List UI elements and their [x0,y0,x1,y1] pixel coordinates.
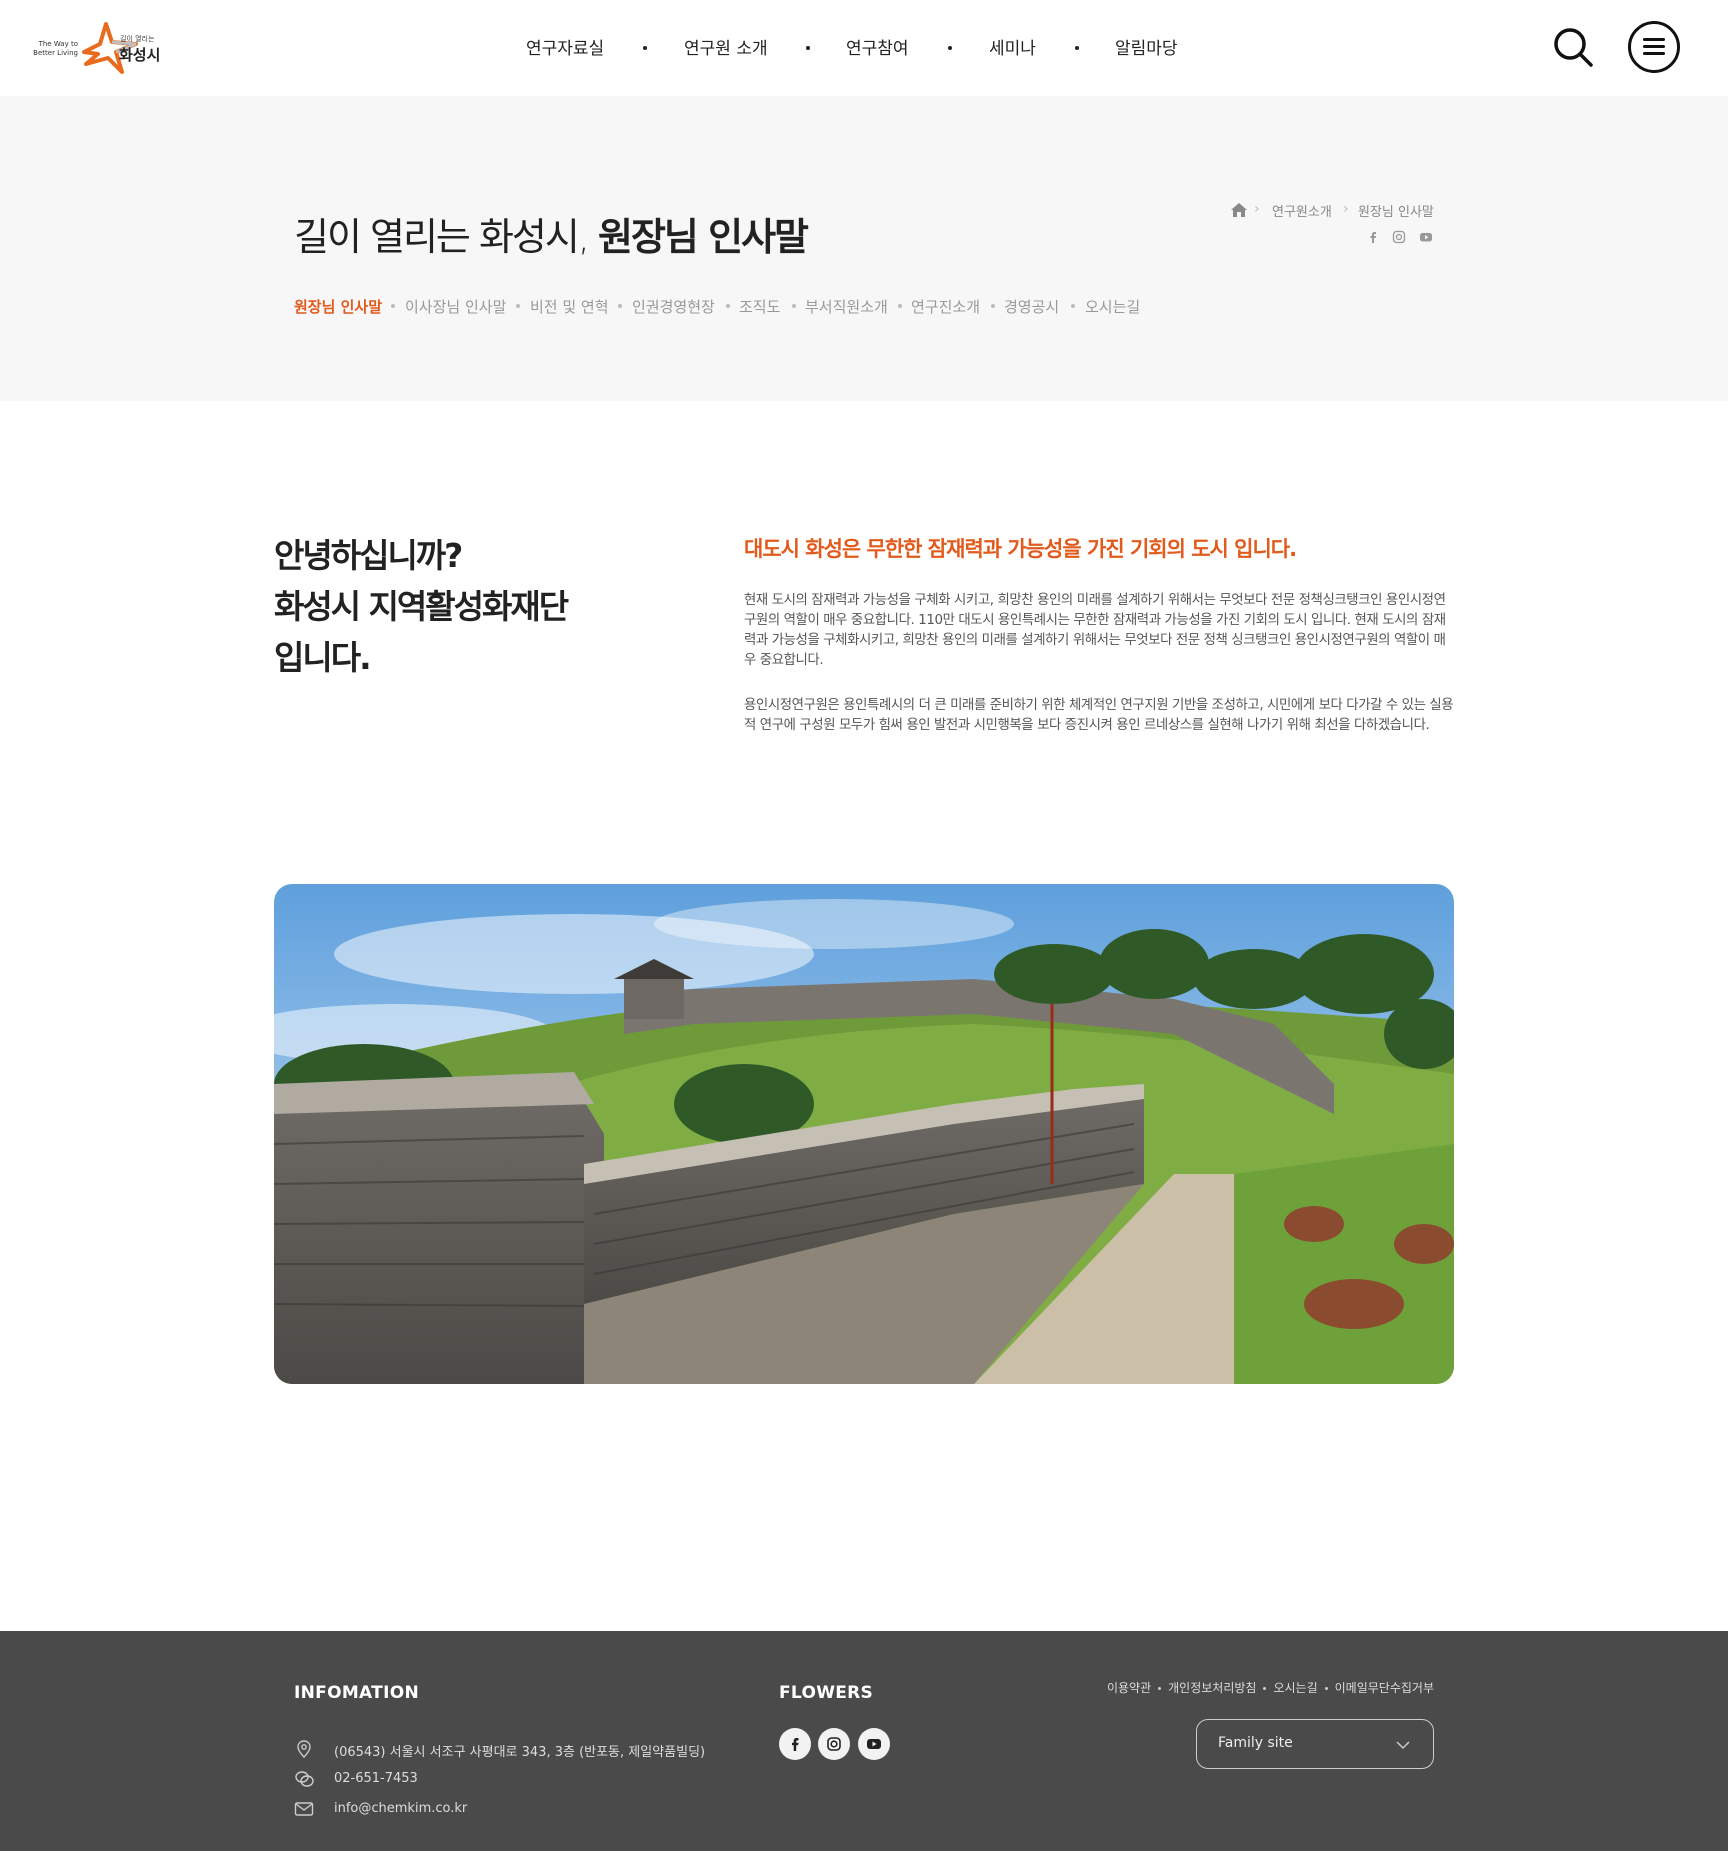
facebook-icon[interactable] [1366,230,1380,244]
nav-separator [1075,46,1079,50]
chevron-down-icon [1396,1741,1410,1750]
tab-separator [726,304,730,308]
page-title: 길이 열리는 화성시, 원장님 인사말 [294,215,809,259]
site-footer: INFOMATION (06543) 서울시 서조구 사평대로 343, 3층 … [0,1631,1728,1851]
search-icon[interactable] [1551,25,1595,69]
breadcrumb-separator: › [1343,201,1349,217]
location-icon [297,1740,311,1758]
tab-chairman-greeting[interactable]: 이사장님 인사말 [405,296,506,317]
footer-links: 이용약관 개인정보처리방침 오시는길 이메일무단수집거부 [1107,1679,1434,1696]
tab-vision-history[interactable]: 비전 및 연혁 [530,296,609,317]
mail-icon [294,1802,314,1816]
footer-link-directions[interactable]: 오시는길 [1273,1681,1317,1695]
tab-separator [618,304,622,308]
youtube-icon[interactable] [1419,230,1433,244]
menu-icon[interactable] [1628,21,1680,73]
fortress-photo [274,884,1454,1384]
tab-separator [991,304,995,308]
chat-icon [295,1771,314,1787]
footer-sns-title: FLOWERS [779,1683,874,1703]
youtube-icon[interactable] [858,1728,890,1760]
greeting-lead: 대도시 화성은 무한한 잠재력과 가능성을 가진 기회의 도시 입니다. [744,537,1297,561]
nav-item-research-library[interactable]: 연구자료실 [526,34,604,59]
tab-separator [898,304,902,308]
breadcrumb-separator: › [1254,201,1260,217]
footer-info-title: INFOMATION [294,1683,419,1703]
nav-item-participation[interactable]: 연구참여 [846,34,909,59]
greeting-paragraph: 용인시정연구원은 용인특례시의 더 큰 미래를 준비하기 위한 체계적인 연구지… [744,698,1454,733]
footer-link-email-refusal[interactable]: 이메일무단수집거부 [1335,1681,1434,1695]
tab-separator [516,304,520,308]
footer-link-privacy[interactable]: 개인정보처리방침 [1168,1681,1256,1695]
sub-visual: 길이 열리는 화성시, 원장님 인사말 › 연구원소개 › 원장님 인사말 원장… [0,96,1728,401]
tab-organization[interactable]: 조직도 [739,296,780,317]
instagram-icon[interactable] [818,1728,850,1760]
nav-separator [948,46,952,50]
home-icon[interactable] [1230,202,1248,218]
instagram-icon[interactable] [1392,230,1406,244]
footer-link-terms[interactable]: 이용약관 [1107,1681,1151,1695]
nav-separator [806,46,810,50]
nav-item-notice[interactable]: 알림마당 [1115,34,1178,59]
tab-director-greeting[interactable]: 원장님 인사말 [294,296,382,317]
breadcrumb-item[interactable]: 연구원소개 [1272,201,1332,220]
main-navigation: 연구자료실 연구원 소개 연구참여 세미나 알림마당 [0,34,1728,62]
tab-directions[interactable]: 오시는길 [1085,296,1140,317]
nav-separator [643,46,647,50]
tab-separator [792,304,796,308]
facebook-icon[interactable] [779,1728,811,1760]
tab-separator [1071,304,1075,308]
greeting-paragraph: 현재 도시의 잠재력과 가능성을 구체화 시키고, 희망찬 용인의 미래를 설계… [744,593,1446,668]
tab-researchers[interactable]: 연구진소개 [911,296,980,317]
tab-separator [391,304,395,308]
greeting-title: 안녕하십니까? 화성시 지역활성화재단 입니다. [274,536,569,677]
nav-item-seminar[interactable]: 세미나 [989,34,1036,59]
tab-staff[interactable]: 부서직원소개 [805,296,888,317]
tab-management-disclosure[interactable]: 경영공시 [1004,296,1059,317]
family-site-select[interactable]: Family site [1196,1719,1434,1769]
breadcrumb-current: 원장님 인사말 [1358,205,1434,220]
site-header: The Way to Better Living 길이 열리는 화성시 연구자료… [0,0,1728,96]
tab-human-rights[interactable]: 인권경영현장 [632,296,715,317]
nav-item-about[interactable]: 연구원 소개 [684,34,768,59]
